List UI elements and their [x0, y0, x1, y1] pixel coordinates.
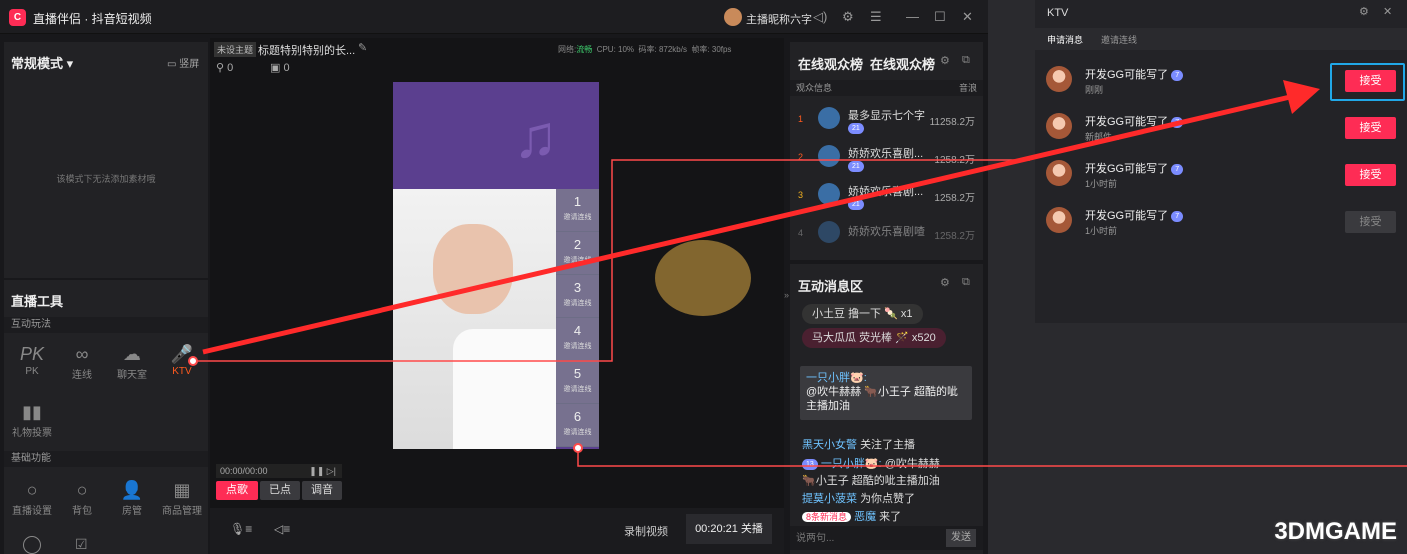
- annotation-arrows: [188, 80, 1407, 467]
- red-arrow-shaft: [202, 94, 1291, 355]
- red-arrow-head: [1283, 80, 1320, 114]
- connector-dot: [188, 356, 198, 366]
- connector-line-bottom: [577, 448, 1407, 467]
- connector-line-top: [193, 159, 1030, 362]
- connector-dot: [573, 443, 583, 453]
- watermark: 3DMGAME: [1274, 518, 1397, 545]
